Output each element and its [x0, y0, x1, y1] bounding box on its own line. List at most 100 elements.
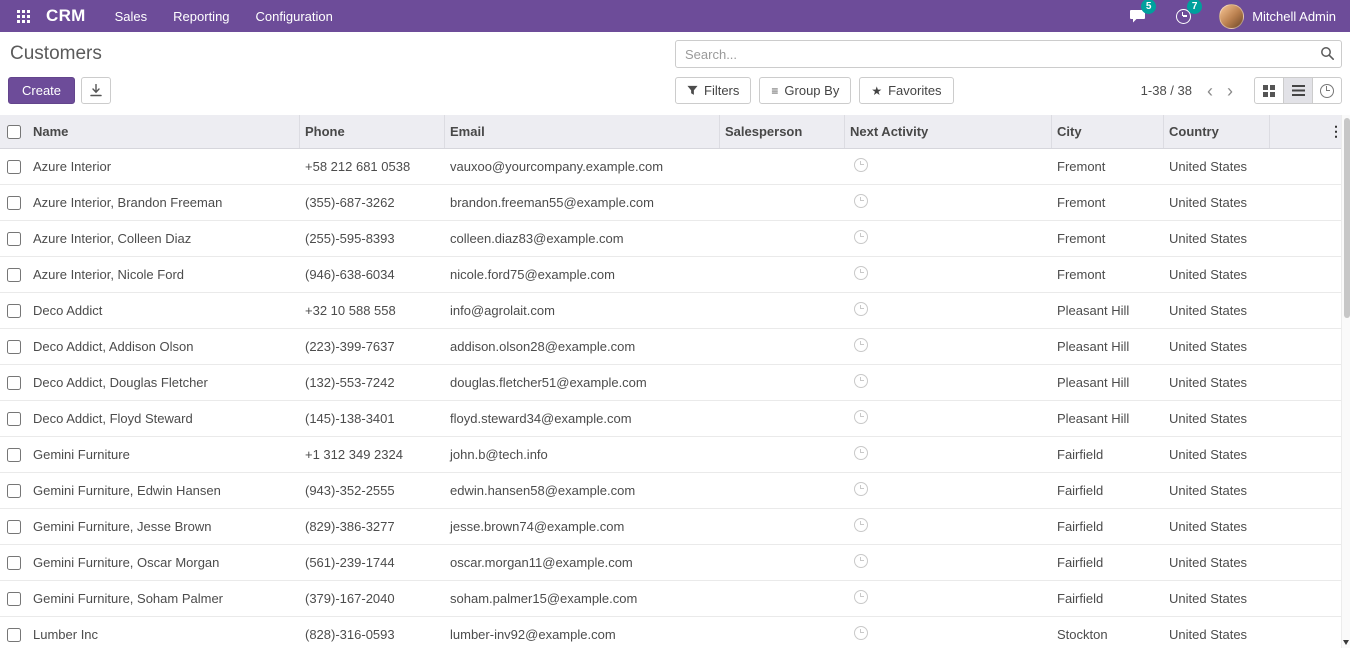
pager-range: 1-38 / 38 [1141, 83, 1192, 98]
activity-clock-icon[interactable] [854, 446, 868, 460]
user-menu[interactable]: Mitchell Admin [1219, 4, 1336, 29]
row-checkbox[interactable] [7, 268, 21, 282]
table-row[interactable]: Deco Addict, Floyd Steward(145)-138-3401… [0, 401, 1350, 437]
column-header-name[interactable]: Name [28, 115, 300, 148]
activity-clock-icon[interactable] [854, 266, 868, 280]
table-row[interactable]: Gemini Furniture, Soham Palmer(379)-167-… [0, 581, 1350, 617]
search-options: Filters ≡ Group By ★ Favorites [675, 77, 954, 104]
cell-name: Gemini Furniture, Oscar Morgan [28, 555, 300, 570]
cell-name: Azure Interior, Nicole Ford [28, 267, 300, 282]
row-checkbox[interactable] [7, 484, 21, 498]
column-header-country[interactable]: Country [1164, 115, 1270, 148]
pager-previous-button[interactable]: ‹ [1200, 82, 1220, 100]
table-row[interactable]: Gemini Furniture, Oscar Morgan(561)-239-… [0, 545, 1350, 581]
cell-name: Azure Interior, Brandon Freeman [28, 195, 300, 210]
activity-clock-icon[interactable] [854, 230, 868, 244]
cell-phone: (561)-239-1744 [300, 555, 445, 570]
filters-button[interactable]: Filters [675, 77, 751, 104]
row-checkbox[interactable] [7, 412, 21, 426]
top-navbar: CRM Sales Reporting Configuration 5 7 Mi… [0, 0, 1350, 32]
control-panel: Customers Create [0, 32, 1350, 104]
row-checkbox[interactable] [7, 340, 21, 354]
table-row[interactable]: Deco Addict, Addison Olson(223)-399-7637… [0, 329, 1350, 365]
row-checkbox[interactable] [7, 160, 21, 174]
select-all-checkbox[interactable] [7, 125, 21, 139]
scroll-down-arrow[interactable] [1343, 640, 1349, 645]
column-header-email[interactable]: Email [445, 115, 720, 148]
cell-name: Lumber Inc [28, 627, 300, 642]
menu-sales[interactable]: Sales [102, 0, 161, 32]
table-row[interactable]: Gemini Furniture, Edwin Hansen(943)-352-… [0, 473, 1350, 509]
table-row[interactable]: Azure Interior, Colleen Diaz(255)-595-83… [0, 221, 1350, 257]
activity-clock-icon[interactable] [854, 374, 868, 388]
activity-clock-icon[interactable] [854, 590, 868, 604]
row-checkbox[interactable] [7, 556, 21, 570]
column-header-salesperson[interactable]: Salesperson [720, 115, 845, 148]
column-header-phone[interactable]: Phone [300, 115, 445, 148]
activity-clock-icon[interactable] [854, 554, 868, 568]
cell-city: Fremont [1052, 195, 1164, 210]
pager-next-button[interactable]: › [1220, 82, 1240, 100]
activity-clock-icon[interactable] [854, 410, 868, 424]
menu-reporting[interactable]: Reporting [160, 0, 242, 32]
menu-configuration[interactable]: Configuration [243, 0, 346, 32]
table-row[interactable]: Lumber Inc(828)-316-0593lumber-inv92@exa… [0, 617, 1350, 648]
cell-name: Gemini Furniture [28, 447, 300, 462]
row-checkbox[interactable] [7, 628, 21, 642]
activities-menu-button[interactable]: 7 [1171, 4, 1195, 28]
cell-phone: (379)-167-2040 [300, 591, 445, 606]
list-view-button[interactable] [1283, 77, 1313, 104]
activity-clock-icon[interactable] [854, 482, 868, 496]
column-header-city[interactable]: City [1052, 115, 1164, 148]
row-checkbox[interactable] [7, 232, 21, 246]
apps-menu-button[interactable] [10, 0, 36, 32]
cell-city: Fairfield [1052, 483, 1164, 498]
filter-icon [687, 85, 698, 96]
app-name[interactable]: CRM [46, 6, 86, 26]
activity-view-button[interactable] [1312, 77, 1342, 104]
row-checkbox[interactable] [7, 448, 21, 462]
table-row[interactable]: Azure Interior, Brandon Freeman(355)-687… [0, 185, 1350, 221]
search-icon[interactable] [1320, 46, 1335, 61]
activity-clock-icon[interactable] [854, 158, 868, 172]
cell-phone: (828)-316-0593 [300, 627, 445, 642]
favorites-button[interactable]: ★ Favorites [859, 77, 953, 104]
row-checkbox[interactable] [7, 592, 21, 606]
scrollbar-thumb[interactable] [1344, 118, 1350, 318]
cell-phone: (829)-386-3277 [300, 519, 445, 534]
cell-phone: (223)-399-7637 [300, 339, 445, 354]
cell-phone: (255)-595-8393 [300, 231, 445, 246]
column-header-next-activity[interactable]: Next Activity [845, 115, 1052, 148]
cell-email: john.b@tech.info [445, 447, 720, 462]
table-row[interactable]: Deco Addict, Douglas Fletcher(132)-553-7… [0, 365, 1350, 401]
row-checkbox[interactable] [7, 520, 21, 534]
cell-phone: +32 10 588 558 [300, 303, 445, 318]
table-row[interactable]: Gemini Furniture, Jesse Brown(829)-386-3… [0, 509, 1350, 545]
activity-clock-icon[interactable] [854, 518, 868, 532]
table-row[interactable]: Azure Interior, Nicole Ford(946)-638-603… [0, 257, 1350, 293]
cell-name: Deco Addict, Floyd Steward [28, 411, 300, 426]
main-menu: Sales Reporting Configuration [102, 0, 346, 32]
kanban-view-button[interactable] [1254, 77, 1284, 104]
activity-clock-icon[interactable] [854, 302, 868, 316]
export-button[interactable] [81, 77, 111, 104]
activity-clock-icon[interactable] [854, 194, 868, 208]
messages-badge: 5 [1141, 0, 1156, 14]
row-checkbox[interactable] [7, 304, 21, 318]
group-by-button[interactable]: ≡ Group By [759, 77, 851, 104]
row-checkbox[interactable] [7, 196, 21, 210]
table-row[interactable]: Deco Addict+32 10 588 558info@agrolait.c… [0, 293, 1350, 329]
table-row[interactable]: Azure Interior+58 212 681 0538vauxoo@you… [0, 149, 1350, 185]
activity-clock-icon[interactable] [854, 338, 868, 352]
scrollbar[interactable] [1341, 115, 1350, 648]
messages-menu-button[interactable]: 5 [1125, 4, 1149, 28]
table-row[interactable]: Gemini Furniture+1 312 349 2324john.b@te… [0, 437, 1350, 473]
cell-city: Fairfield [1052, 519, 1164, 534]
create-button[interactable]: Create [8, 77, 75, 104]
group-by-label: Group By [784, 83, 839, 98]
row-checkbox[interactable] [7, 376, 21, 390]
activity-clock-icon[interactable] [854, 626, 868, 640]
search-input[interactable] [675, 40, 1342, 68]
cell-country: United States [1164, 447, 1270, 462]
cell-email: floyd.steward34@example.com [445, 411, 720, 426]
